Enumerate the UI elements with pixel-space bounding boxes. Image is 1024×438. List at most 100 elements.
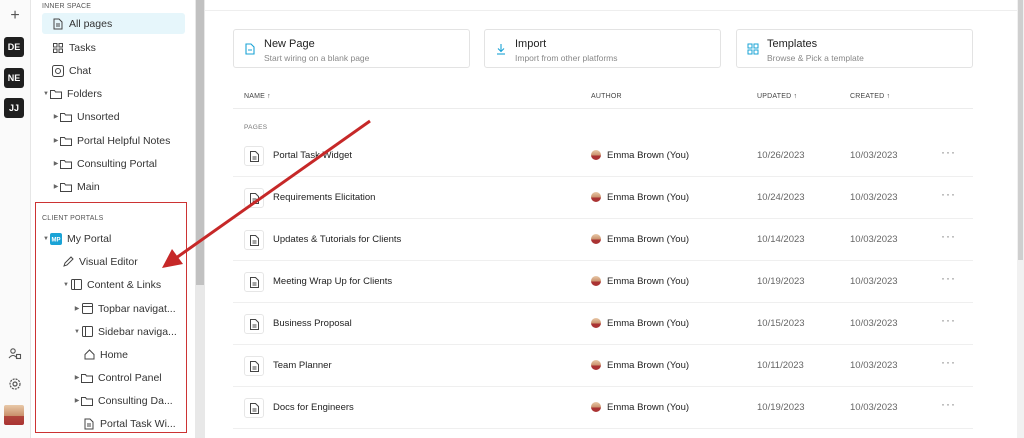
sidebar-item-content-links[interactable]: ▼ Content & Links — [62, 274, 161, 295]
templates-card[interactable]: Templates Browse & Pick a template — [736, 29, 973, 68]
caret-right-icon[interactable]: ▶ — [73, 305, 81, 312]
top-divider — [205, 10, 1024, 11]
page-created-date: 10/03/2023 — [850, 402, 898, 413]
topbar-layout-icon — [81, 303, 93, 315]
sidebar-layout-icon — [81, 326, 93, 338]
sidebar-item-label: My Portal — [67, 232, 112, 245]
main-scrollbar-thumb[interactable] — [1018, 0, 1023, 260]
sidebar-item-visual-editor[interactable]: Visual Editor — [62, 251, 138, 272]
sidebar-item-topbar-navigation[interactable]: ▶ Topbar navigat... — [73, 298, 176, 319]
sidebar-item-label: Unsorted — [77, 110, 120, 123]
page-created-date: 10/03/2023 — [850, 192, 898, 203]
more-options-icon[interactable]: ··· — [941, 145, 956, 159]
sidebar-item-my-portal[interactable]: ▼ MP My Portal — [42, 228, 111, 249]
sidebar-item-control-panel[interactable]: ▶ Control Panel — [73, 367, 162, 388]
document-icon — [244, 398, 264, 418]
caret-down-icon[interactable]: ▼ — [73, 329, 81, 335]
caret-down-icon[interactable]: ▼ — [42, 91, 50, 97]
add-workspace-icon[interactable]: + — [8, 7, 22, 25]
page-name[interactable]: Team Planner — [273, 360, 332, 371]
page-name[interactable]: Requirements Elicitation — [273, 192, 375, 203]
svg-text:MP: MP — [52, 237, 61, 243]
table-row[interactable]: Requirements Elicitation Emma Brown (You)… — [233, 177, 973, 219]
table-row[interactable]: Portal Task Widget Emma Brown (You) 10/26/… — [233, 135, 973, 177]
main-scrollbar[interactable] — [1017, 0, 1024, 438]
more-options-icon[interactable]: ··· — [941, 271, 956, 285]
table-row[interactable]: Docs for Engineers Emma Brown (You) 10/19/… — [233, 387, 973, 429]
page-icon — [83, 418, 95, 430]
sidebar-item-label: Chat — [69, 64, 92, 77]
table-row[interactable]: Team Planner Emma Brown (You) 10/11/2023 10… — [233, 345, 973, 387]
sidebar-item-unsorted[interactable]: ▶ Unsorted — [52, 106, 120, 127]
column-header-author[interactable]: AUTHOR — [591, 93, 622, 100]
more-options-icon[interactable]: ··· — [941, 397, 956, 411]
caret-right-icon[interactable]: ▶ — [52, 160, 60, 167]
sidebar-item-label: Control Panel — [98, 371, 162, 384]
page-author: Emma Brown (You) — [607, 276, 690, 287]
new-page-card[interactable]: New Page Start wiring on a blank page — [233, 29, 470, 68]
caret-right-icon[interactable]: ▶ — [73, 397, 81, 404]
sidebar-item-portal-task-widget[interactable]: Portal Task Wi... — [83, 413, 176, 434]
chat-icon — [52, 64, 64, 77]
sidebar-item-consulting-portal[interactable]: ▶ Consulting Portal — [52, 153, 157, 174]
workspace-ne[interactable]: NE — [4, 68, 24, 88]
sidebar-item-chat[interactable]: Chat — [52, 60, 91, 81]
sidebar-item-consulting-da[interactable]: ▶ Consulting Da... — [73, 390, 173, 411]
row-divider — [233, 428, 973, 429]
document-icon — [244, 188, 264, 208]
sidebar-scrollbar[interactable] — [195, 0, 205, 438]
import-subtitle: Import from other platforms — [515, 53, 618, 63]
workspace-jj[interactable]: JJ — [4, 98, 24, 118]
sidebar-item-label: Portal Helpful Notes — [77, 134, 171, 147]
page-updated-date: 10/26/2023 — [757, 150, 805, 161]
sidebar-item-portal-helpful-notes[interactable]: ▶ Portal Helpful Notes — [52, 130, 171, 151]
document-icon — [244, 230, 264, 250]
page-name[interactable]: Docs for Engineers — [273, 402, 354, 413]
sidebar-item-label: Consulting Portal — [77, 157, 157, 170]
sidebar-item-sidebar-navigation[interactable]: ▼ Sidebar naviga... — [73, 321, 177, 342]
table-row[interactable]: Business Proposal Emma Brown (You) 10/15/2… — [233, 303, 973, 345]
import-card[interactable]: Import Import from other platforms — [484, 29, 721, 68]
more-options-icon[interactable]: ··· — [941, 313, 956, 327]
header-divider — [233, 108, 973, 109]
column-header-created[interactable]: CREATED ↑ — [850, 93, 890, 100]
page-author: Emma Brown (You) — [607, 192, 690, 203]
author-avatar — [591, 192, 601, 202]
table-row[interactable]: Meeting Wrap Up for Clients Emma Brown (Y… — [233, 261, 973, 303]
workspace-de[interactable]: DE — [4, 37, 24, 57]
page-author: Emma Brown (You) — [607, 234, 690, 245]
column-header-updated[interactable]: UPDATED ↑ — [757, 93, 797, 100]
page-name[interactable]: Portal Task Widget — [273, 150, 352, 161]
author-avatar — [591, 234, 601, 244]
sidebar-item-all-pages[interactable]: All pages — [42, 13, 185, 34]
column-header-name[interactable]: NAME ↑ — [244, 93, 271, 100]
document-icon — [244, 272, 264, 292]
page-name[interactable]: Meeting Wrap Up for Clients — [273, 276, 392, 287]
author-avatar — [591, 402, 601, 412]
more-options-icon[interactable]: ··· — [941, 229, 956, 243]
page-created-date: 10/03/2023 — [850, 150, 898, 161]
user-avatar[interactable] — [4, 405, 24, 425]
table-row[interactable]: Updates & Tutorials for Clients Emma Brow… — [233, 219, 973, 261]
caret-right-icon[interactable]: ▶ — [52, 113, 60, 120]
more-options-icon[interactable]: ··· — [941, 187, 956, 201]
folder-icon — [60, 158, 72, 170]
caret-down-icon[interactable]: ▼ — [62, 282, 70, 288]
templates-title: Templates — [767, 38, 818, 50]
sidebar-item-folders[interactable]: ▼ Folders — [42, 83, 102, 104]
page-name[interactable]: Updates & Tutorials for Clients — [273, 234, 401, 245]
users-icon[interactable] — [8, 347, 22, 361]
sidebar-item-main[interactable]: ▶ Main — [52, 176, 100, 197]
caret-right-icon[interactable]: ▶ — [52, 137, 60, 144]
sidebar-scrollbar-thumb[interactable] — [196, 0, 204, 285]
caret-down-icon[interactable]: ▼ — [42, 236, 50, 242]
sidebar-item-label: Home — [100, 348, 129, 361]
more-options-icon[interactable]: ··· — [941, 355, 956, 369]
sidebar-item-home[interactable]: Home — [83, 344, 128, 365]
sidebar-item-tasks[interactable]: Tasks — [52, 37, 96, 58]
page-updated-date: 10/14/2023 — [757, 234, 805, 245]
settings-gear-icon[interactable] — [8, 377, 22, 391]
caret-right-icon[interactable]: ▶ — [52, 183, 60, 190]
caret-right-icon[interactable]: ▶ — [73, 374, 81, 381]
page-name[interactable]: Business Proposal — [273, 318, 352, 329]
